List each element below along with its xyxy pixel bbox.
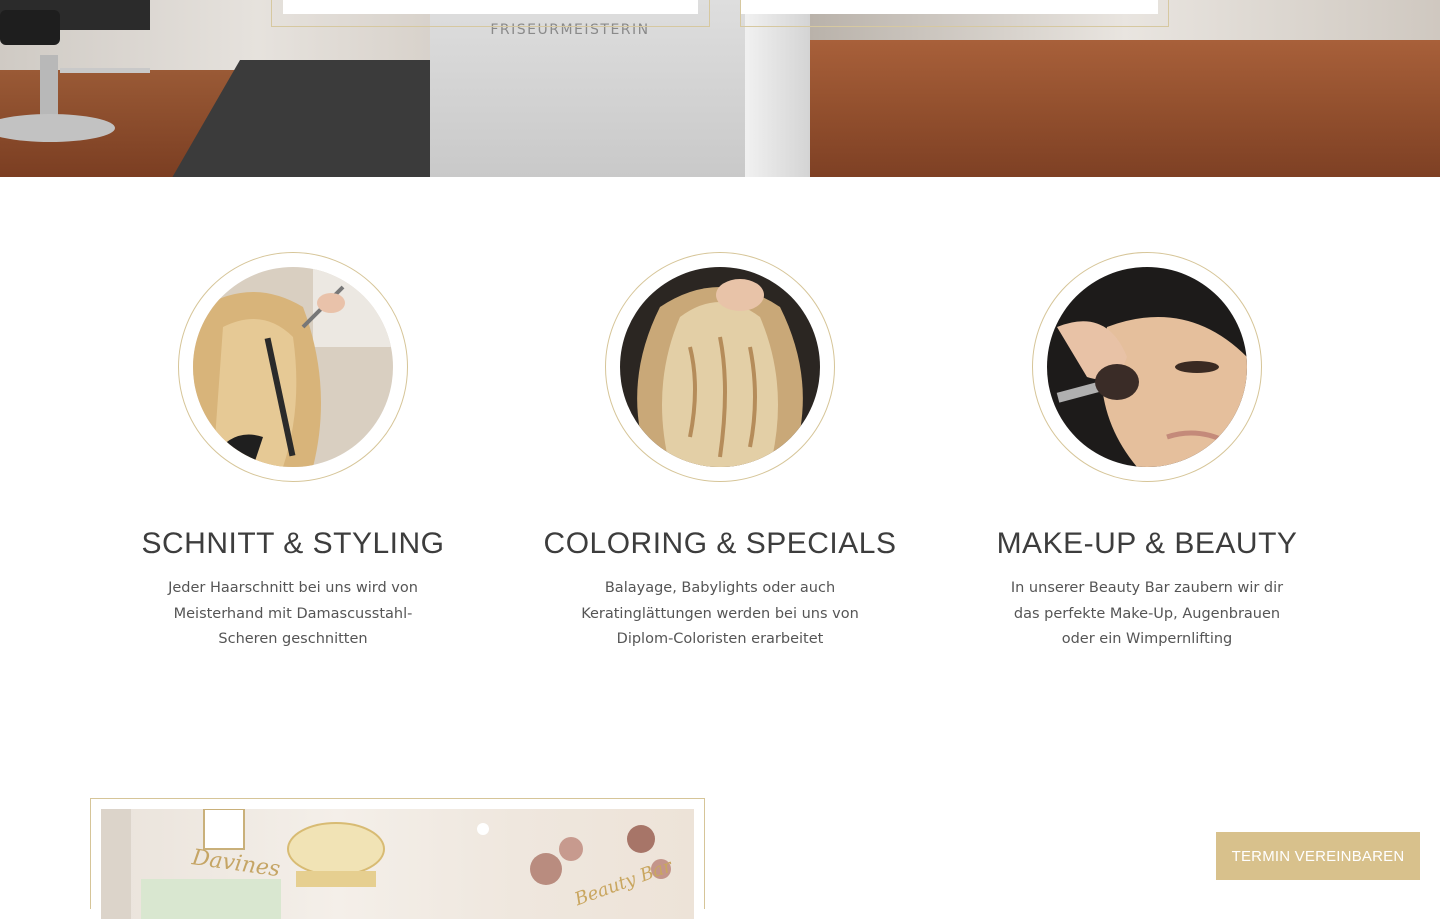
service-coloring-specials: COLORING & SPECIALS Balayage, Babylights… (540, 252, 900, 653)
book-appointment-button[interactable]: TERMIN VEREINBAREN (1216, 832, 1420, 880)
service-title: SCHNITT & STYLING (141, 527, 445, 560)
salon-floor-right (810, 40, 1440, 177)
service-title: MAKE-UP & BEAUTY (996, 527, 1298, 560)
salon-interior-card: Davines Beauty Bar (90, 798, 705, 919)
service-image-coloring (620, 267, 820, 467)
service-description: Jeder Haarschnitt bei uns wird von Meist… (168, 580, 418, 647)
service-description: In unserer Beauty Bar zaubern wir dir da… (1010, 580, 1284, 647)
hero-card-right (740, 0, 1169, 27)
hero-salon-image: FRISEURMEISTERIN (0, 0, 1440, 177)
service-image-frame (605, 252, 835, 482)
salon-interior-image: Davines Beauty Bar (101, 809, 694, 919)
service-image-frame (1032, 252, 1262, 482)
beauty-bar-wall-text: Beauty Bar (571, 855, 676, 910)
salon-chair-icon (0, 0, 150, 142)
service-image-haircut (193, 267, 393, 467)
service-image-makeup (1047, 267, 1247, 467)
hero-card-left (271, 0, 710, 27)
service-schnitt-styling: SCHNITT & STYLING Jeder Haarschnitt bei … (113, 252, 473, 653)
service-description: Balayage, Babylights oder auch Keratingl… (581, 580, 859, 647)
service-image-frame (178, 252, 408, 482)
davines-logo-text: Davines (189, 845, 281, 882)
service-makeup-beauty: MAKE-UP & BEAUTY In unserer Beauty Bar z… (967, 252, 1327, 653)
service-title: COLORING & SPECIALS (543, 527, 897, 560)
